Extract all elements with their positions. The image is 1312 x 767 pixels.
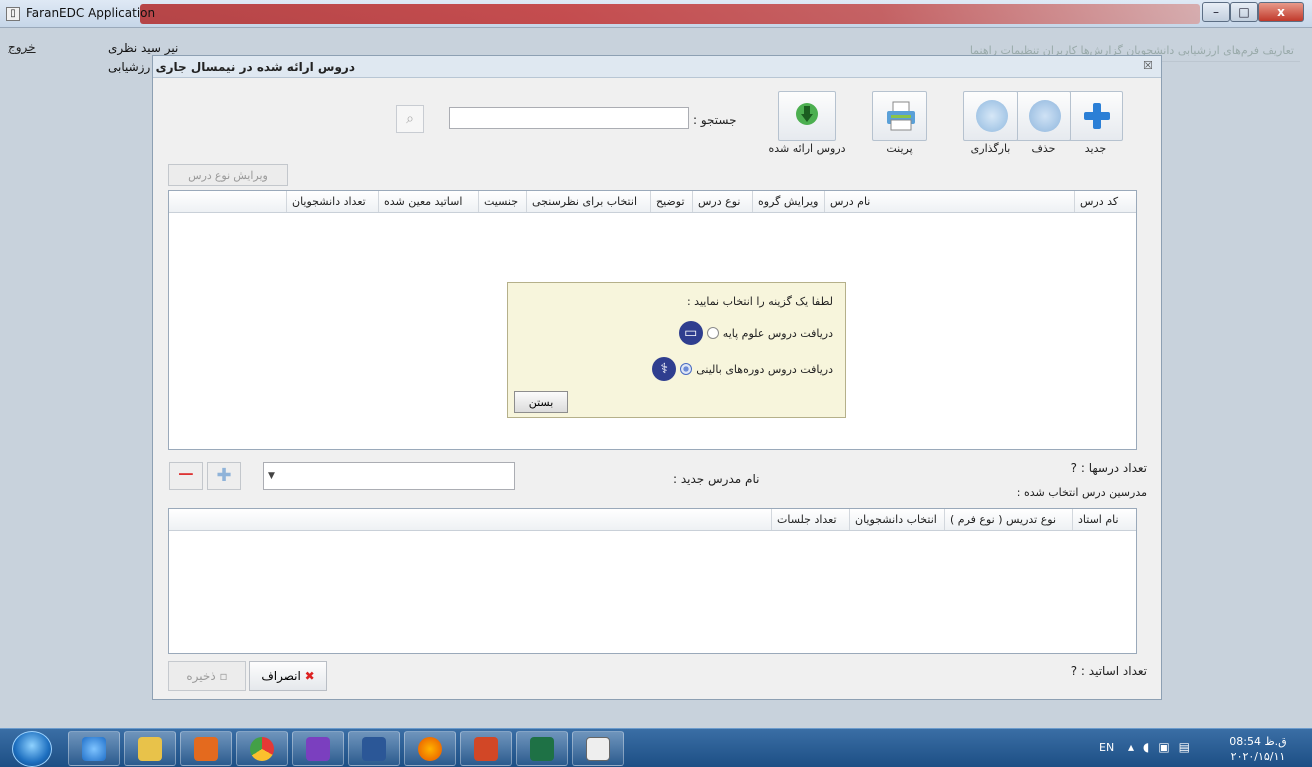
download-arrow-icon: [791, 100, 823, 132]
col-edit-group[interactable]: ویرایش گروه: [752, 191, 824, 212]
titlebar-band: [140, 4, 1200, 24]
teachers-grid[interactable]: نام استاد نوع تدریس ( نوع فرم ) انتخاب د…: [168, 508, 1137, 654]
stethoscope-icon: ⚕: [652, 357, 677, 381]
maximize-button[interactable]: □: [1230, 2, 1258, 22]
new-button[interactable]: [1068, 91, 1123, 141]
teacher-select[interactable]: ▼: [263, 462, 515, 490]
explorer-icon[interactable]: [124, 731, 176, 766]
add-teacher-button[interactable]: ✚: [207, 462, 241, 490]
dialog-title: دروس ارائه شده در نیمسال جاری: [155, 60, 355, 74]
minimize-button[interactable]: –: [1202, 2, 1230, 22]
window-titlebar[interactable]: [0, 0, 1312, 28]
user-role: رزشیابی: [108, 60, 151, 74]
remove-teacher-button[interactable]: −: [169, 462, 203, 490]
exit-link[interactable]: خروج: [8, 40, 36, 54]
print-button[interactable]: [872, 91, 927, 141]
chrome-icon[interactable]: [236, 731, 288, 766]
offered-courses-label: دروس ارائه شده: [768, 142, 846, 155]
excel-icon[interactable]: [516, 731, 568, 766]
delete-button[interactable]: [1016, 91, 1071, 141]
chevron-down-icon[interactable]: ▼: [268, 471, 275, 481]
edit-course-type-button[interactable]: ویرایش نوع درس: [168, 164, 288, 186]
col-session-count[interactable]: تعداد جلسات: [771, 509, 849, 530]
plus-icon: [1081, 100, 1113, 132]
media-icon[interactable]: [180, 731, 232, 766]
save-icon: ▫: [215, 669, 228, 683]
choice-popup: لطفا یک گزینه را انتخاب نمایید : ▭ دریاف…: [507, 282, 846, 418]
popup-title: لطفا یک گزینه را انتخاب نمایید :: [686, 295, 833, 308]
cancel-icon: ✖: [300, 669, 315, 683]
window-title: FaranEDC Application: [26, 6, 156, 20]
col-description[interactable]: توضیح: [650, 191, 692, 212]
close-window-button[interactable]: x: [1258, 2, 1304, 22]
ie-icon[interactable]: [68, 731, 120, 766]
search-icon[interactable]: ⌕: [396, 105, 424, 133]
col-gender[interactable]: جنسیت: [478, 191, 526, 212]
taskbar: [0, 728, 1312, 767]
trash-icon: [1029, 100, 1061, 132]
clock-time[interactable]: 08:54 ق.ظ: [1228, 735, 1288, 748]
tray-icons[interactable]: ▴◖▣▤: [1128, 740, 1199, 754]
col-student-count[interactable]: تعداد دانشجویان: [286, 191, 378, 212]
offered-courses-button[interactable]: [778, 91, 836, 141]
new-teacher-label: نام مدرس جدید :: [673, 472, 760, 486]
print-label: پرینت: [886, 142, 913, 155]
teachers-grid-header: نام استاد نوع تدریس ( نوع فرم ) انتخاب د…: [169, 509, 1136, 531]
visual-studio-icon[interactable]: [292, 731, 344, 766]
user-name: نیر سید نظری: [108, 41, 179, 55]
word-icon[interactable]: [348, 731, 400, 766]
option-basic-sciences[interactable]: ▭ دریافت دروس علوم پایه: [678, 321, 833, 345]
cancel-button[interactable]: ✖ انصراف: [249, 661, 327, 691]
selected-course-teachers-label: مدرسین درس انتخاب شده :: [1016, 486, 1147, 499]
option-clinical[interactable]: ⚕ دریافت دروس دوره‌های بالینی: [652, 357, 833, 381]
courses-grid-header: کد درس نام درس ویرایش گروه نوع درس توضیح…: [169, 191, 1136, 213]
powerpoint-icon[interactable]: [460, 731, 512, 766]
option-basic-label: دریافت دروس علوم پایه: [722, 326, 833, 340]
search-input[interactable]: [449, 107, 689, 129]
radio-clinical[interactable]: [680, 363, 693, 375]
firefox-icon[interactable]: [404, 731, 456, 766]
radio-basic[interactable]: [706, 327, 719, 339]
dialog-close-icon[interactable]: ☒: [1143, 59, 1153, 72]
save-label: ذخیره: [186, 669, 216, 683]
col-course-name[interactable]: نام درس: [824, 191, 1074, 212]
search-label: جستجو :: [693, 113, 737, 127]
printer-icon: [885, 100, 917, 132]
col-select-students[interactable]: انتخاب دانشجویان: [849, 509, 944, 530]
col-teaching-type[interactable]: نوع تدریس ( نوع فرم ): [944, 509, 1072, 530]
book-icon: ▭: [678, 321, 703, 345]
offered-courses-dialog: دروس ارائه شده در نیمسال جاری ☒ جدید حذف…: [152, 55, 1162, 700]
new-label: جدید: [1084, 142, 1107, 155]
dialog-titlebar[interactable]: دروس ارائه شده در نیمسال جاری ☒: [153, 56, 1161, 78]
col-teacher-name[interactable]: نام استاد: [1072, 509, 1136, 530]
clock-date[interactable]: ۲۰۲۰/۱۵/۱۱: [1228, 750, 1288, 763]
save-button[interactable]: ▫ ذخیره: [168, 661, 246, 691]
reload-label: بارگذاری: [970, 142, 1011, 155]
teachers-count: تعداد اساتید : ?: [1070, 664, 1147, 678]
faranedc-icon[interactable]: [572, 731, 624, 766]
col-course-type[interactable]: نوع درس: [692, 191, 752, 212]
courses-count: تعداد درسها : ?: [1070, 461, 1147, 475]
refresh-icon: [976, 100, 1008, 132]
reload-button[interactable]: [963, 91, 1018, 141]
language-indicator[interactable]: EN: [1099, 741, 1114, 754]
option-clinical-label: دریافت دروس دوره‌های بالینی: [696, 362, 833, 376]
col-assigned-teachers[interactable]: اساتید معین شده: [378, 191, 478, 212]
col-course-code[interactable]: کد درس: [1074, 191, 1136, 212]
start-button[interactable]: [12, 731, 52, 767]
cancel-label: انصراف: [261, 669, 301, 683]
col-survey-select[interactable]: انتخاب برای نظرسنجی: [526, 191, 650, 212]
popup-close-button[interactable]: بستن: [514, 391, 568, 413]
app-icon[interactable]: ▯: [6, 7, 20, 21]
